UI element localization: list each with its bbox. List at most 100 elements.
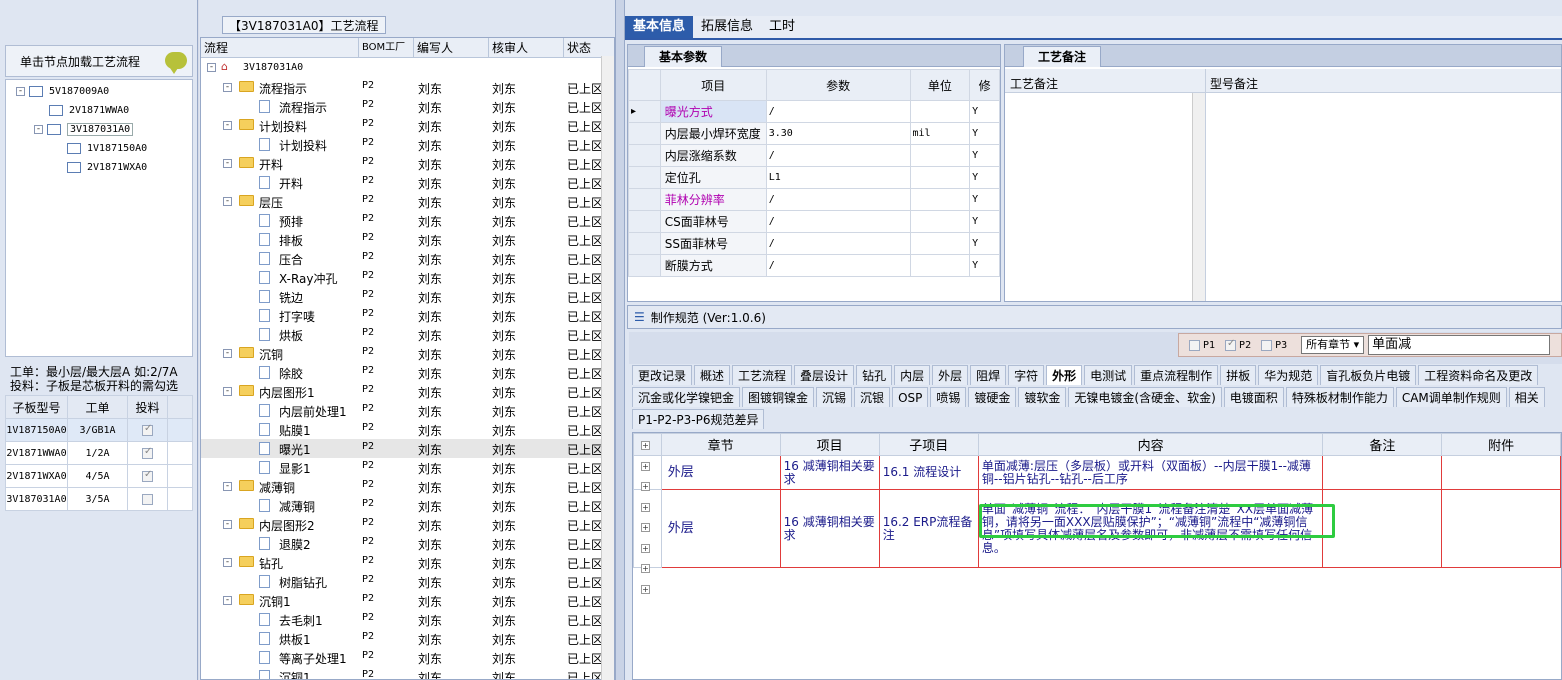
process-row[interactable]: 树脂钻孔 P2 刘东 刘东 已上区 [201,572,603,591]
process-col-header[interactable]: BOM工厂 [359,38,414,58]
chapter-select[interactable]: 所有章节 ▾ [1301,336,1365,354]
part-tree-node[interactable]: - 3V187031A0 [34,120,134,138]
process-row[interactable]: 压合 P2 刘东 刘东 已上区 [201,249,603,268]
spec-tab[interactable]: 外形 [1046,365,1083,385]
process-row[interactable]: - 钻孔 P2 刘东 刘东 已上区 [201,553,603,572]
spec-tab[interactable]: 钻孔 [856,365,893,385]
table-row[interactable]: ▸ 曝光方式 / Y [628,100,1000,123]
spec-tab[interactable]: 工艺流程 [732,365,793,385]
spec-tab[interactable]: 阻焊 [970,365,1007,385]
filter-checkbox-p2[interactable] [1225,338,1237,351]
spec-tab[interactable]: 叠层设计 [794,365,855,385]
process-row[interactable]: - 沉铜 P2 刘东 刘东 已上区 [201,344,603,363]
process-row[interactable]: 除胶 P2 刘东 刘东 已上区 [201,363,603,382]
spec-tab[interactable]: 沉金或化学镍钯金 [632,387,741,407]
spec-tab[interactable]: 镀硬金 [968,387,1017,407]
process-row[interactable]: 曝光1 P2 刘东 刘东 已上区 [201,439,603,458]
process-col-header[interactable]: 流程 [201,38,359,58]
tab-info-2[interactable]: 工时 [761,16,803,38]
collapse-icon[interactable]: - [34,124,43,134]
table-row[interactable]: 外层 16 减薄铜相关要求 16.1 流程设计 单面减薄:层压（多层板）或开料（双面板… [633,455,1561,490]
table-row[interactable]: 2V1871WXA0 4/5A [5,464,193,488]
params-col-header[interactable]: 项目 [659,69,767,101]
collapse-icon[interactable]: - [223,197,232,206]
collapse-icon[interactable]: - [223,121,232,130]
table-row[interactable]: 1V187150A0 3/GB1A [5,418,193,442]
process-row[interactable]: 预排 P2 刘东 刘东 已上区 [201,211,603,230]
spec-tab[interactable]: 重点流程制作 [1134,365,1219,385]
param-param[interactable]: / [765,100,911,123]
spec-tab[interactable]: 内层 [894,365,931,385]
param-param[interactable]: / [765,254,911,277]
filter-checkbox-p3[interactable] [1261,339,1273,351]
expand-icon[interactable]: + [641,564,650,573]
process-row[interactable]: - 内层图形1 P2 刘东 刘东 已上区 [201,382,603,401]
process-row[interactable]: 流程指示 P2 刘东 刘东 已上区 [201,97,603,116]
feed-checkbox[interactable] [142,494,153,505]
table-row[interactable]: SS面菲林号 / Y [628,232,1000,255]
expand-icon[interactable]: + [641,585,650,594]
collapse-icon[interactable]: - [207,63,216,72]
process-row[interactable]: 烘板1 P2 刘东 刘东 已上区 [201,629,603,648]
table-row[interactable]: 断膜方式 / Y [628,254,1000,277]
params-col-header[interactable]: 单位 [909,69,971,101]
spec-tab[interactable]: 相关 [1508,387,1545,407]
collapse-icon[interactable]: - [223,520,232,529]
feed-checkbox[interactable] [142,469,153,482]
spec-tab[interactable]: 电测试 [1084,365,1133,385]
param-param[interactable]: 3.30 [765,122,911,145]
collapse-icon[interactable]: - [223,159,232,168]
filter-checkbox-p1[interactable] [1189,339,1200,351]
spec-tab[interactable]: 图镀铜镍金 [742,387,815,407]
spec-tab[interactable]: 沉锡 [816,387,853,407]
spec-tab[interactable]: 盲孔板负片电镀 [1320,365,1417,385]
collapse-icon[interactable]: - [223,482,232,491]
tab-info-1[interactable]: 拓展信息 [693,16,761,38]
process-row[interactable]: - 流程指示 P2 刘东 刘东 已上区 [201,78,603,97]
process-row[interactable]: 退膜2 P2 刘东 刘东 已上区 [201,534,603,553]
expand-icon[interactable]: + [641,523,650,532]
spec-tab[interactable]: 外层 [932,365,969,385]
spec-col-header[interactable]: 备注 [1322,433,1443,456]
spec-tab[interactable]: OSP [892,387,929,407]
process-row[interactable]: - 减薄铜 P2 刘东 刘东 已上区 [201,477,603,496]
spec-col-header[interactable]: 项目 [779,433,880,456]
tab-basic-params[interactable]: 基本参数 [644,46,723,67]
collapse-icon[interactable]: - [223,596,232,605]
process-row[interactable]: 贴膜1 P2 刘东 刘东 已上区 [201,420,603,439]
process-row[interactable]: 开料 P2 刘东 刘东 已上区 [201,173,603,192]
panel-splitter[interactable] [615,0,625,680]
tab-info-0[interactable]: 基本信息 [625,16,694,38]
process-row[interactable]: - 计划投料 P2 刘东 刘东 已上区 [201,116,603,135]
table-row[interactable]: 内层涨缩系数 / Y [628,144,1000,167]
table-row[interactable]: 内层最小焊环宽度 3.30 mil Y [628,122,1000,145]
process-root-row[interactable]: - ⌂ 3V187031A0 [201,59,601,78]
feed-checkbox[interactable] [142,423,153,436]
process-row[interactable]: - 层压 P2 刘东 刘东 已上区 [201,192,603,211]
process-row[interactable]: 排板 P2 刘东 刘东 已上区 [201,230,603,249]
params-col-header[interactable]: 参数 [765,69,911,101]
process-row[interactable]: X-Ray冲孔 P2 刘东 刘东 已上区 [201,268,603,287]
expand-icon[interactable]: + [641,482,650,491]
notes-scrollbar[interactable] [1192,93,1205,301]
process-row[interactable]: 去毛刺1 P2 刘东 刘东 已上区 [201,610,603,629]
table-row[interactable]: 定位孔 L1 Y [628,166,1000,189]
collapse-icon[interactable]: - [16,86,25,96]
part-tree-node[interactable]: 2V1871WWA0 [49,101,129,119]
spec-tab[interactable]: 拼板 [1220,365,1257,385]
expand-icon[interactable]: + [641,503,650,512]
spec-col-header[interactable]: 内容 [977,433,1324,456]
spec-tab[interactable]: 工程资料命名及更改 [1418,365,1539,385]
spec-col-header[interactable]: 子项目 [878,433,979,456]
spec-tab[interactable]: 喷锡 [930,387,967,407]
spec-tab[interactable]: 字符 [1008,365,1045,385]
spec-tab[interactable]: 概述 [694,365,731,385]
table-row[interactable]: 2V1871WWA0 1/2A [5,441,193,465]
collapse-icon[interactable]: - [223,558,232,567]
param-param[interactable]: / [765,188,911,211]
spec-tab[interactable]: CAM调单制作规则 [1395,387,1507,407]
spec-tab[interactable]: 特殊板材制作能力 [1285,387,1394,407]
process-col-header[interactable]: 编写人 [414,38,489,58]
process-row[interactable]: 烘板 P2 刘东 刘东 已上区 [201,325,603,344]
keyword-input[interactable]: 单面减 [1368,335,1551,355]
